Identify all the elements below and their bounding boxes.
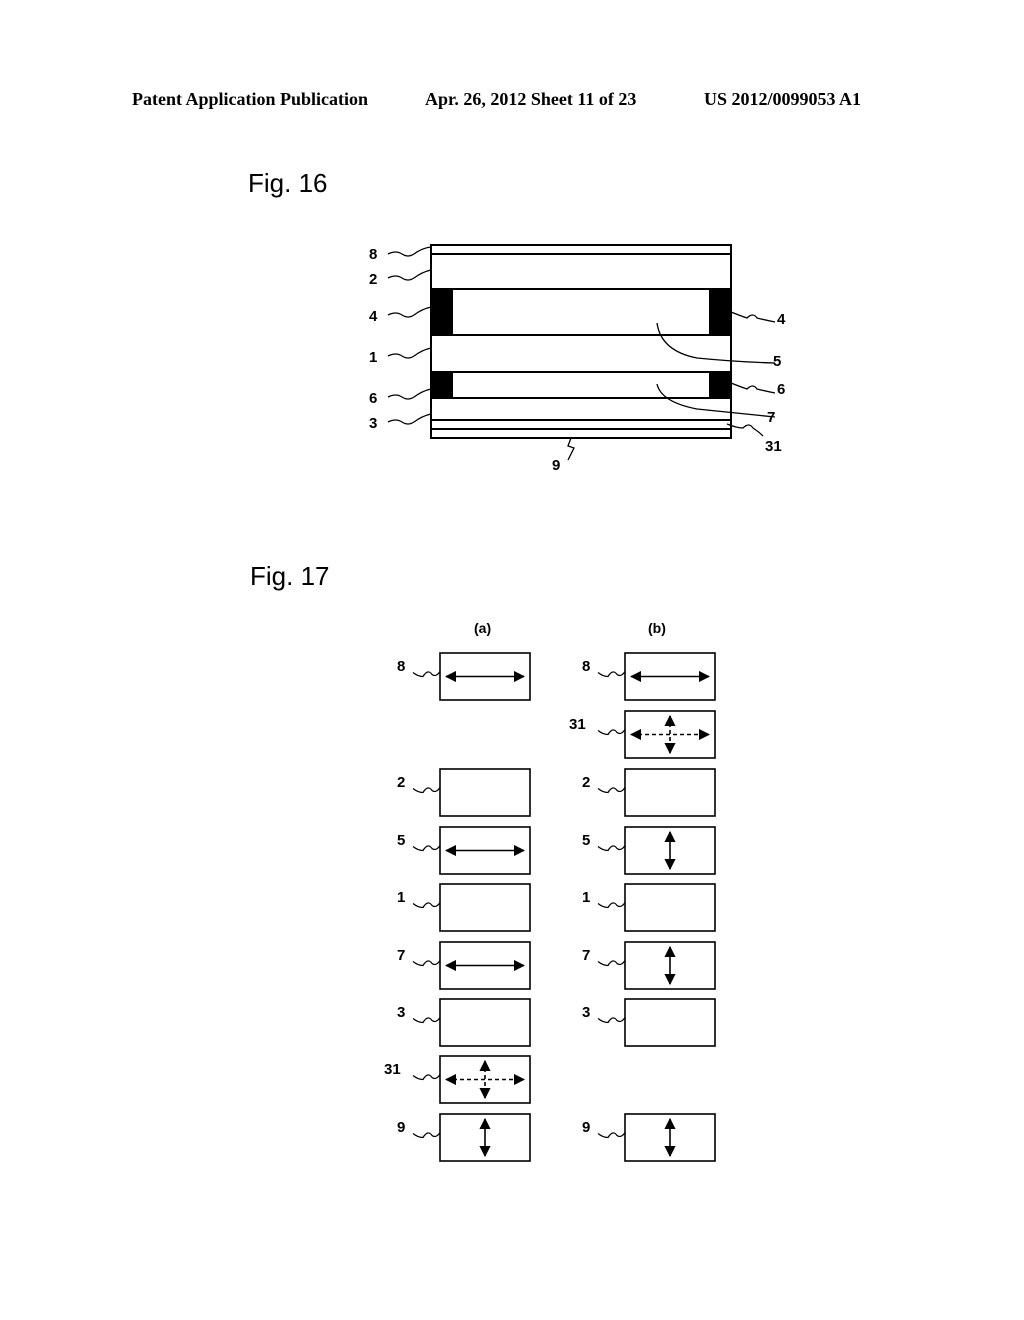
fig16-stack xyxy=(430,244,732,439)
layer-box-a-2 xyxy=(439,768,531,817)
fig17-label-b-8: 8 xyxy=(582,657,591,675)
leader-a-3 xyxy=(412,1017,441,1024)
layer-box-a-1 xyxy=(439,883,531,932)
fig16-label-6-left: 6 xyxy=(369,390,378,407)
fig17-label-a-31: 31 xyxy=(384,1060,401,1078)
fig17-label-a-3: 3 xyxy=(397,1003,406,1021)
layer-box-b-3 xyxy=(624,998,716,1047)
fig16-label-8: 8 xyxy=(369,246,378,263)
fig16-outline xyxy=(430,244,732,439)
layer-box-a-3 xyxy=(439,998,531,1047)
leader-b-9 xyxy=(597,1132,626,1139)
fig17-label-b-9: 9 xyxy=(582,1118,591,1136)
fig16-label-7: 7 xyxy=(767,409,776,426)
sealant-6-right xyxy=(709,372,731,398)
fig16-left-leaders xyxy=(387,246,432,425)
fig17-title: Fig. 17 xyxy=(250,561,330,591)
leader-a-1 xyxy=(412,902,441,909)
fig17-label-b-1: 1 xyxy=(582,888,591,906)
fig16-label-9: 9 xyxy=(552,457,561,474)
fig17-diagram xyxy=(412,652,716,1162)
fig17-label-a-7: 7 xyxy=(397,946,406,964)
fig17-label-a-8: 8 xyxy=(397,657,406,675)
fig17-label-b-7: 7 xyxy=(582,946,591,964)
fig16-label-1: 1 xyxy=(369,349,378,366)
fig17-label-a-5: 5 xyxy=(397,831,406,849)
fig17-label-a-2: 2 xyxy=(397,773,406,791)
leader-b-1 xyxy=(597,902,626,909)
layer-box-b-1 xyxy=(624,883,716,932)
leader-b-31 xyxy=(597,729,626,736)
fig17-column-b-heading: (b) xyxy=(648,620,666,636)
fig17-column-a-heading: (a) xyxy=(474,620,492,636)
leader-b-3 xyxy=(597,1017,626,1024)
fig16-label-4-left: 4 xyxy=(369,308,378,325)
fig17-label-b-2: 2 xyxy=(582,773,591,791)
fig16-label-6-right: 6 xyxy=(777,381,786,398)
fig16-label-4-right: 4 xyxy=(777,311,786,328)
fig17-label-a-9: 9 xyxy=(397,1118,406,1136)
fig17-label-b-5: 5 xyxy=(582,831,591,849)
leader-a-31 xyxy=(412,1074,441,1081)
leader-b-7 xyxy=(597,960,626,967)
leader-a-5 xyxy=(412,845,441,852)
leader-b-8 xyxy=(597,671,626,678)
fig16-label-5: 5 xyxy=(773,353,782,370)
fig16-label-3: 3 xyxy=(369,415,378,432)
fig17-label-b-31: 31 xyxy=(569,715,586,733)
fig16-label-2: 2 xyxy=(369,271,378,288)
leader-a-2 xyxy=(412,787,441,794)
leader-b-5 xyxy=(597,845,626,852)
leader-b-2 xyxy=(597,787,626,794)
sealant-6-left xyxy=(431,372,453,398)
sealant-4-right xyxy=(709,289,731,335)
sealant-4-left xyxy=(431,289,453,335)
leader-a-8 xyxy=(412,671,441,678)
figure-canvas xyxy=(387,244,776,1162)
layer-box-b-2 xyxy=(624,768,716,817)
fig16-label-31: 31 xyxy=(765,438,782,455)
leader-a-7 xyxy=(412,960,441,967)
fig17-label-b-3: 3 xyxy=(582,1003,591,1021)
fig17-label-a-1: 1 xyxy=(397,888,406,906)
leader-a-9 xyxy=(412,1132,441,1139)
